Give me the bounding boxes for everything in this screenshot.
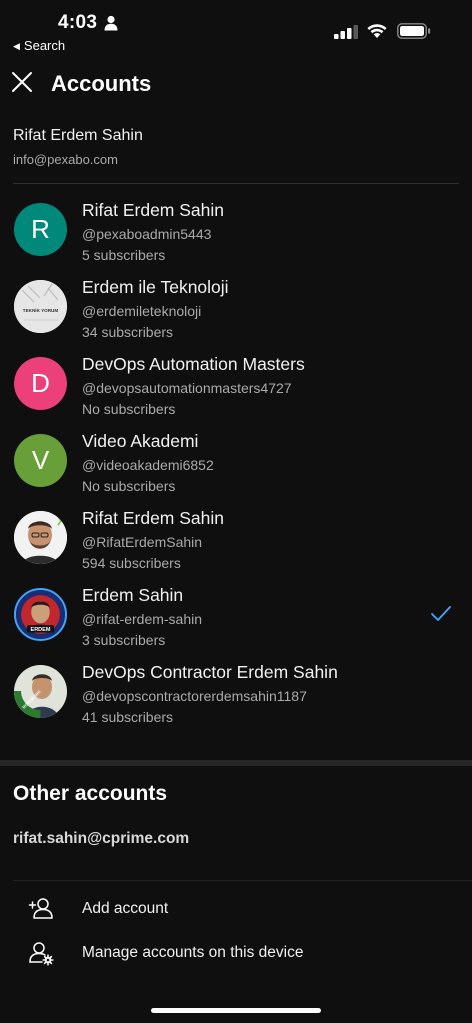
back-to-app-link[interactable]: ◀ Search [13,38,65,53]
avatar-letter: R [31,214,50,244]
divider [13,880,472,881]
status-bar: 4:03 ◀ Search [0,0,472,56]
channel-item[interactable]: D DevOps Automation Masters @devopsautom… [0,350,472,427]
current-account-name: Rifat Erdem Sahin [13,127,143,144]
channel-handle: @RifatErdemSahin [82,534,203,550]
avatar-letter: D [31,368,50,398]
channel-avatar [14,511,67,564]
channel-avatar: V [14,434,67,487]
accounts-header: Accounts [0,60,472,108]
channel-subscribers: 594 subscribers [82,555,181,571]
channel-subscribers: 3 subscribers [82,632,166,648]
channel-avatar: ERDEM [14,588,67,641]
channel-avatar: TEKNİK YORUM [14,280,67,333]
back-app-label: Search [23,38,66,53]
channel-avatar: R [14,203,67,256]
channel-name: Video Akademi [82,431,199,451]
status-time: 4:03 [58,12,98,33]
contractor-profile-image: ROREWORK [14,665,67,718]
divider [13,183,459,184]
channel-name: Rifat Erdem Sahin [82,200,225,220]
channel-handle: @devopscontractorerdemsahin1187 [82,688,307,704]
channel-item[interactable]: R Rifat Erdem Sahin @pexaboadmin5443 5 s… [0,196,472,273]
avatar-label: ERDEM [31,627,51,633]
channel-handle: @pexaboadmin5443 [82,226,212,242]
page-title: Accounts [51,71,152,96]
person-status-icon [104,15,118,31]
manage-accounts-icon [29,942,54,966]
cellular-signal-icon [334,25,358,39]
profile-photo-image [14,511,67,564]
wifi-icon [367,24,387,38]
channel-item[interactable]: Rifat Erdem Sahin @RifatErdemSahin 594 s… [0,504,472,581]
channel-item-selected[interactable]: ERDEM Erdem Sahin @rifat-erdem-sahin 3 s… [0,581,472,658]
other-accounts-heading: Other accounts [13,782,168,805]
home-indicator[interactable] [151,1008,321,1013]
add-account-label: Add account [82,900,169,917]
channel-subscribers: 41 subscribers [82,709,174,725]
back-triangle-icon: ◀ [13,41,20,51]
channel-handle: @videoakademi6852 [82,457,214,473]
battery-icon [397,23,431,39]
channel-subscribers: No subscribers [82,401,176,417]
current-account-email: info@pexabo.com [13,152,118,167]
channel-avatar: ROREWORK [14,665,67,718]
channel-subscribers: 5 subscribers [82,247,166,263]
other-account-email[interactable]: rifat.sahin@cprime.com [13,830,189,848]
channel-name: DevOps Contractor Erdem Sahin [82,662,338,682]
channel-name: DevOps Automation Masters [82,354,305,374]
channel-name: Erdem ile Teknoloji [82,277,229,297]
teknik-yorum-logo-image: TEKNİK YORUM [14,280,67,333]
channel-handle: @rifat-erdem-sahin [82,611,203,627]
manage-accounts-label: Manage accounts on this device [82,944,304,961]
avatar-label: TEKNİK YORUM [23,307,59,313]
channel-handle: @devopsautomationmasters4727 [82,380,292,396]
erdem-logo-image: ERDEM [16,590,65,639]
channel-subscribers: No subscribers [82,478,176,494]
section-divider [0,760,472,766]
channel-handle: @erdemileteknoloji [82,303,202,319]
channel-item[interactable]: TEKNİK YORUM Erdem ile Teknoloji @erdemi… [0,273,472,350]
channel-item[interactable]: ROREWORK DevOps Contractor Erdem Sahin @… [0,658,472,735]
channel-list: R Rifat Erdem Sahin @pexaboadmin5443 5 s… [0,196,472,735]
channel-name: Rifat Erdem Sahin [82,508,225,528]
channel-name: Erdem Sahin [82,585,184,605]
close-icon[interactable] [8,68,36,96]
avatar-letter: V [31,445,50,475]
channel-item[interactable]: V Video Akademi @videoakademi6852 No sub… [0,427,472,504]
add-account-icon [28,898,53,919]
channel-subscribers: 34 subscribers [82,324,174,340]
channel-avatar: D [14,357,67,410]
checkmark-icon [431,606,451,621]
add-account-button[interactable]: Add account [0,890,472,930]
manage-accounts-button[interactable]: Manage accounts on this device [0,934,472,974]
